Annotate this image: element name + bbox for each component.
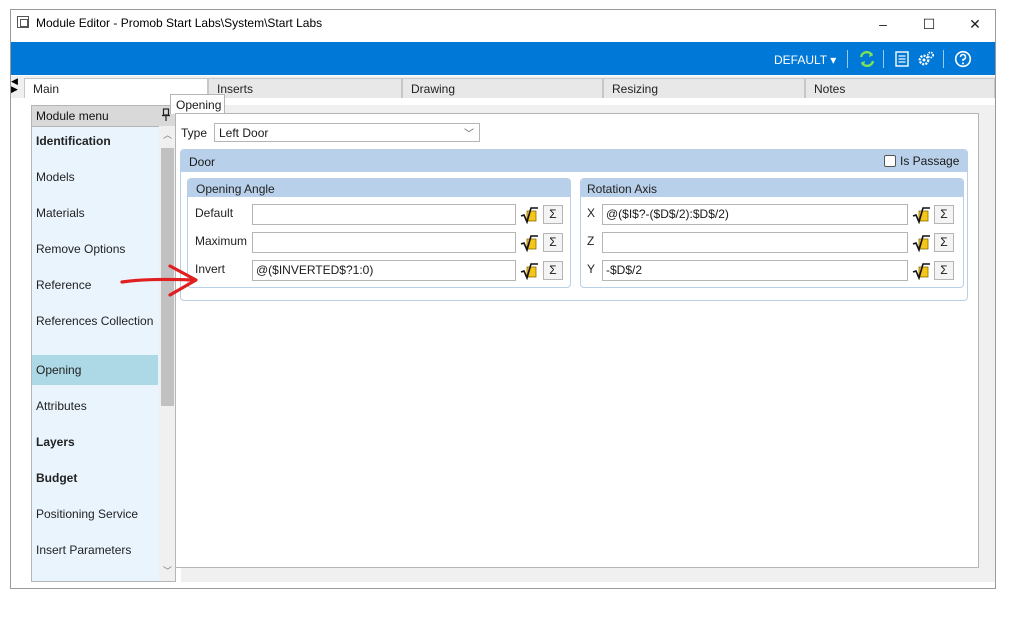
formula-icon[interactable] <box>519 233 539 252</box>
tab-notes[interactable]: Notes <box>805 78 995 98</box>
refresh-icon[interactable] <box>858 50 876 68</box>
profile-dropdown[interactable]: DEFAULT ▾ <box>774 53 836 67</box>
y-input[interactable]: -$D$/2 <box>602 260 908 281</box>
window-title: Module Editor - Promob Start Labs\System… <box>36 16 323 30</box>
formula-icon[interactable] <box>519 261 539 280</box>
sigma-button[interactable]: Σ <box>543 205 563 224</box>
app-icon <box>17 16 29 28</box>
door-title: Door <box>189 155 216 169</box>
rotation-axis-title: Rotation Axis <box>587 182 658 196</box>
sigma-button[interactable]: Σ <box>543 233 563 252</box>
menu-item-models[interactable]: Models <box>32 162 158 192</box>
menu-item-layers[interactable]: Layers <box>32 427 158 457</box>
close-button[interactable]: ✕ <box>952 10 998 40</box>
list-icon[interactable] <box>893 50 911 68</box>
menu-scrollbar[interactable]: ︿ ﹀ <box>159 126 175 581</box>
tab-drawing[interactable]: Drawing <box>402 78 603 98</box>
is-passage-checkbox[interactable] <box>884 155 896 167</box>
menu-item-opening[interactable]: Opening <box>32 355 158 385</box>
menu-item-attributes[interactable]: Attributes <box>32 391 158 421</box>
type-select[interactable]: Left Door ﹀ <box>214 123 480 142</box>
module-menu-header: Module menu <box>32 106 175 127</box>
door-header <box>181 150 967 172</box>
panel-collapse-arrows[interactable]: ◀ ▶ <box>11 77 23 95</box>
minimize-button[interactable]: – <box>860 10 906 40</box>
maximize-button[interactable]: ☐ <box>906 10 952 40</box>
module-menu-title: Module menu <box>36 109 109 123</box>
type-label: Type <box>181 126 208 140</box>
y-label: Y <box>587 262 596 276</box>
maximum-input[interactable] <box>252 232 516 253</box>
tab-resizing[interactable]: Resizing <box>603 78 805 98</box>
scroll-down-arrow-icon[interactable]: ﹀ <box>161 564 174 578</box>
tab-inserts[interactable]: Inserts <box>208 78 402 98</box>
ribbon-separator <box>943 50 944 68</box>
invert-input[interactable]: @($INVERTED$?1:0) <box>252 260 516 281</box>
subtab-opening[interactable]: Opening <box>170 94 225 114</box>
menu-item-insert-parameters[interactable]: Insert Parameters <box>32 535 158 565</box>
menu-item-references-collection[interactable]: References Collection <box>32 306 158 336</box>
default-input[interactable] <box>252 204 516 225</box>
formula-icon[interactable] <box>911 205 931 224</box>
module-menu-panel: Module menu Identification Models Materi… <box>31 105 176 582</box>
maximum-label: Maximum <box>195 234 248 248</box>
title-bar: Module Editor - Promob Start Labs\System… <box>11 10 995 40</box>
help-icon[interactable] <box>954 50 972 68</box>
x-label: X <box>587 206 596 220</box>
scroll-up-arrow-icon[interactable]: ︿ <box>161 128 174 142</box>
menu-item-materials[interactable]: Materials <box>32 198 158 228</box>
annotation-arrow-icon <box>120 264 198 297</box>
z-input[interactable] <box>602 232 908 253</box>
ribbon-separator <box>883 50 884 68</box>
sigma-button[interactable]: Σ <box>934 205 954 224</box>
type-value: Left Door <box>219 126 269 140</box>
z-label: Z <box>587 234 595 248</box>
sigma-button[interactable]: Σ <box>934 261 954 280</box>
sigma-button[interactable]: Σ <box>543 261 563 280</box>
menu-item-door-function[interactable]: Door Function <box>32 571 158 581</box>
sigma-button[interactable]: Σ <box>934 233 954 252</box>
x-input[interactable]: @($I$?-($D$/2):$D$/2) <box>602 204 908 225</box>
ribbon-bar: DEFAULT ▾ <box>11 42 995 75</box>
menu-item-budget[interactable]: Budget <box>32 463 158 493</box>
ribbon-separator <box>847 50 848 68</box>
settings-gears-icon[interactable] <box>917 50 935 68</box>
opening-angle-title: Opening Angle <box>196 182 275 196</box>
chevron-down-icon: ﹀ <box>464 129 474 140</box>
menu-item-remove-options[interactable]: Remove Options <box>32 234 158 264</box>
menu-item-positioning-service[interactable]: Positioning Service <box>32 499 158 529</box>
formula-icon[interactable] <box>911 233 931 252</box>
is-passage-label: Is Passage <box>900 154 960 168</box>
default-label: Default <box>195 206 234 220</box>
formula-icon[interactable] <box>519 205 539 224</box>
menu-item-identification[interactable]: Identification <box>32 126 158 156</box>
formula-icon[interactable] <box>911 261 931 280</box>
